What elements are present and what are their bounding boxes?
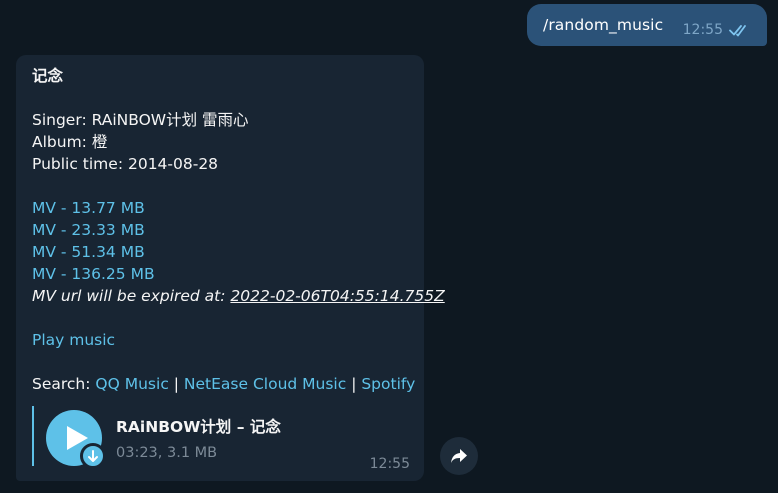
incoming-message-time: 12:55: [369, 456, 410, 472]
public-time-line: Public time: 2014-08-28: [32, 155, 219, 173]
mv-expiry-line: MV url will be expired at: 2022-02-06T04…: [32, 285, 445, 307]
song-title: 记念: [32, 67, 64, 85]
search-label: Search:: [32, 375, 96, 393]
audio-title: RAiNBOW计划 – 记念: [116, 418, 281, 436]
download-button[interactable]: [80, 443, 106, 469]
search-separator: |: [346, 375, 362, 393]
album-line: Album: 橙: [32, 133, 108, 151]
mv-link-4[interactable]: MV - 136.25 MB: [32, 263, 424, 285]
forward-button[interactable]: [440, 437, 478, 475]
chat-area: /random_music 12:55 记念 Singer: RAiNBOW计划…: [0, 0, 778, 493]
singer-line: Singer: RAiNBOW计划 雷雨心: [32, 111, 249, 129]
forward-arrow-icon: [451, 449, 467, 463]
outgoing-message[interactable]: /random_music 12:55: [527, 4, 767, 46]
search-link-spotify[interactable]: Spotify: [361, 375, 415, 393]
mv-link-1[interactable]: MV - 13.77 MB: [32, 197, 424, 219]
outgoing-message-text: /random_music: [543, 16, 664, 34]
outgoing-message-time: 12:55: [682, 22, 723, 38]
search-separator: |: [168, 375, 184, 393]
download-arrow-icon: [88, 449, 98, 462]
double-check-icon: [729, 25, 746, 37]
audio-attachment: RAiNBOW计划 – 记念 03:23, 3.1 MB: [32, 406, 412, 469]
mv-expiry-value: 2022-02-06T04:55:14.755Z: [230, 287, 445, 305]
search-link-netease[interactable]: NetEase Cloud Music: [184, 375, 346, 393]
outgoing-message-meta: 12:55: [683, 22, 751, 38]
incoming-message[interactable]: 记念 Singer: RAiNBOW计划 雷雨心 Album: 橙 Public…: [16, 55, 445, 481]
mv-expiry-label: MV url will be expired at:: [32, 287, 231, 305]
audio-meta: 03:23, 3.1 MB: [116, 445, 218, 461]
mv-link-3[interactable]: MV - 51.34 MB: [32, 241, 424, 263]
mv-link-2[interactable]: MV - 23.33 MB: [32, 219, 424, 241]
search-link-qq-music[interactable]: QQ Music: [95, 375, 168, 393]
search-line: Search: QQ Music | NetEase Cloud Music |…: [32, 373, 424, 395]
play-music-link[interactable]: Play music: [32, 329, 424, 351]
